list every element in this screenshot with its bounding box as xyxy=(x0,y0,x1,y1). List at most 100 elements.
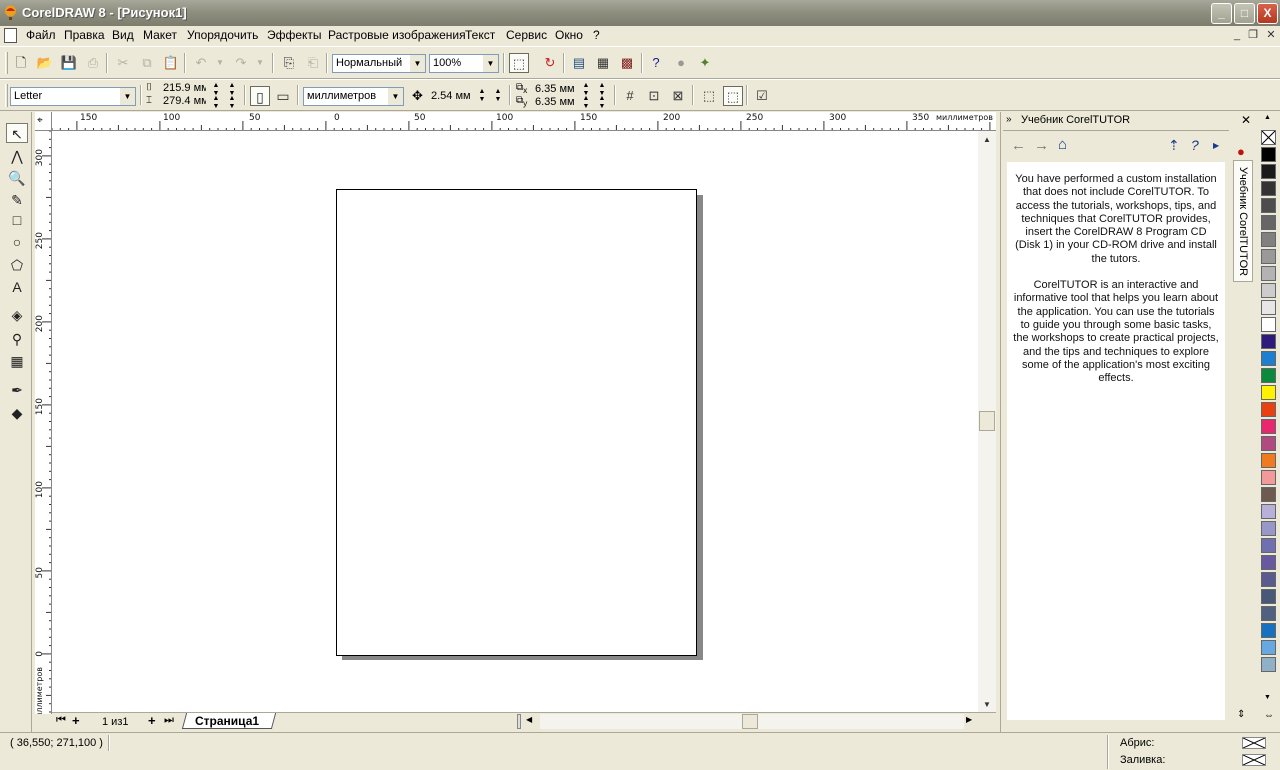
fill-tool-icon[interactable]: ◆ xyxy=(6,403,28,423)
ruler-origin[interactable]: ⌖ xyxy=(35,112,52,131)
color-swatch[interactable] xyxy=(1261,266,1276,281)
vertical-ruler[interactable]: 300 250 200 150 100 50 0 миллиметров xyxy=(35,131,52,714)
color-swatch[interactable] xyxy=(1261,623,1276,638)
height-spinner[interactable]: ▲ ▼ xyxy=(210,95,222,111)
rectangle-tool-icon[interactable]: □ xyxy=(6,210,28,230)
menu-arrange[interactable]: Упорядочить xyxy=(187,28,258,42)
drawing-page[interactable] xyxy=(336,189,697,656)
page-width-field[interactable]: 215.9 мм xyxy=(163,82,206,94)
scroll-up-icon[interactable]: ▲ xyxy=(979,132,995,148)
color-swatch[interactable] xyxy=(1261,402,1276,417)
color-swatch[interactable] xyxy=(1261,368,1276,383)
add-page-after-icon[interactable]: + xyxy=(148,713,156,728)
home-icon[interactable]: ⌂ xyxy=(1058,136,1067,153)
color-swatch[interactable] xyxy=(1261,334,1276,349)
snap-to-guidelines-icon[interactable]: ⊡ xyxy=(644,86,664,106)
menu-layout[interactable]: Макет xyxy=(143,28,177,42)
doc-close-button[interactable]: ✕ xyxy=(1263,28,1279,42)
add-page-before-icon[interactable]: + xyxy=(72,713,80,728)
menu-effects[interactable]: Эффекты xyxy=(267,28,322,42)
color-swatch[interactable] xyxy=(1261,453,1276,468)
save-icon[interactable]: 💾 xyxy=(59,53,79,73)
color-swatch[interactable] xyxy=(1261,538,1276,553)
undo-dropdown-icon[interactable]: ▼ xyxy=(210,53,230,73)
paper-size-select[interactable]: Letter ▼ xyxy=(10,87,136,106)
color-swatch[interactable] xyxy=(1261,589,1276,604)
minimize-button[interactable]: _ xyxy=(1211,3,1232,24)
scroll-right-icon[interactable]: ▶ xyxy=(966,715,972,724)
menu-file[interactable]: Файл xyxy=(26,28,56,42)
page-tab[interactable]: Страница1 xyxy=(195,714,259,728)
last-page-icon[interactable]: ⏭ xyxy=(164,714,174,727)
horizontal-scroll-thumb[interactable] xyxy=(742,714,758,729)
nudge-spinner-2[interactable]: ▲ ▼ xyxy=(492,88,504,104)
menu-edit[interactable]: Правка xyxy=(64,28,105,42)
ellipse-tool-icon[interactable]: ○ xyxy=(6,232,28,252)
options-checklist-icon[interactable]: ☑ xyxy=(752,86,772,106)
color-swatch[interactable] xyxy=(1261,164,1276,179)
first-page-icon[interactable]: ⏮ xyxy=(56,714,66,727)
duplicate-x-field[interactable]: 6.35 мм xyxy=(535,83,575,95)
menu-window[interactable]: Окно xyxy=(555,28,583,42)
interactive-blend-tool-icon[interactable]: ▦ xyxy=(6,351,28,371)
corel-tutor-icon[interactable]: ✦ xyxy=(695,53,715,73)
color-swatch[interactable] xyxy=(1261,351,1276,366)
symbols-docker-icon[interactable]: ▩ xyxy=(617,53,637,73)
treat-as-filled-icon[interactable]: ⬚ xyxy=(699,86,719,106)
landscape-icon[interactable]: ▭ xyxy=(273,86,293,106)
palette-flyout-icon[interactable]: ⇔ xyxy=(1264,710,1274,721)
menu-help[interactable]: ? xyxy=(593,28,600,42)
help-icon[interactable]: ? xyxy=(1191,137,1199,153)
text-tool-icon[interactable]: A xyxy=(6,277,28,297)
new-file-icon[interactable]: 🗋 xyxy=(11,53,31,73)
menu-bitmaps[interactable]: Растровые изображения xyxy=(328,28,466,42)
page-height-field[interactable]: 279.4 мм xyxy=(163,95,206,107)
duplicate-y-field[interactable]: 6.35 мм xyxy=(535,96,575,108)
copy-icon[interactable]: ⧉ xyxy=(137,53,157,73)
color-swatch[interactable] xyxy=(1261,521,1276,536)
docker-close-icon[interactable]: ✕ xyxy=(1241,113,1251,127)
horizontal-ruler[interactable]: 150 100 50 0 50 100 150 200 250 300 350 … xyxy=(52,112,996,131)
pick-tool-icon[interactable]: ↖ xyxy=(6,123,28,143)
whats-this-help-icon[interactable]: ? xyxy=(646,53,666,73)
color-swatch[interactable] xyxy=(1261,470,1276,485)
up-arrow-icon[interactable]: ⇡ xyxy=(1168,137,1180,154)
color-swatch[interactable] xyxy=(1261,198,1276,213)
polygon-tool-icon[interactable]: ⬠ xyxy=(6,255,28,275)
color-swatch[interactable] xyxy=(1261,436,1276,451)
scroll-down-icon[interactable]: ▼ xyxy=(979,697,995,713)
no-color-swatch[interactable] xyxy=(1261,130,1276,145)
color-swatch[interactable] xyxy=(1261,283,1276,298)
dup-y-spinner[interactable]: ▲ ▼ xyxy=(580,95,592,111)
snap-to-grid-icon[interactable]: # xyxy=(620,86,640,106)
color-swatch[interactable] xyxy=(1261,385,1276,400)
maximize-button[interactable]: □ xyxy=(1234,3,1255,24)
vertical-scroll-thumb[interactable] xyxy=(979,411,995,431)
document-icon[interactable] xyxy=(4,28,17,43)
eyedropper-tool-icon[interactable]: ⚲ xyxy=(6,329,28,349)
docker-expand-icon[interactable]: » xyxy=(1006,114,1012,125)
doc-restore-button[interactable]: ❐ xyxy=(1245,28,1261,42)
menu-arrow-icon[interactable]: ▶ xyxy=(1213,141,1219,150)
print-icon[interactable]: ⎙ xyxy=(83,53,103,73)
import-icon[interactable]: ⎘ xyxy=(279,53,299,73)
color-swatch[interactable] xyxy=(1261,317,1276,332)
back-arrow-icon[interactable]: ← xyxy=(1011,137,1026,154)
redo-icon[interactable]: ↷ xyxy=(231,53,251,73)
snap-to-objects-icon[interactable]: ⬚ xyxy=(509,53,529,73)
dup-y-spinner-2[interactable]: ▲ ▼ xyxy=(596,95,608,111)
color-swatch[interactable] xyxy=(1261,572,1276,587)
undo-icon[interactable]: ↶ xyxy=(191,53,211,73)
snap-to-objects-icon[interactable]: ⊠ xyxy=(668,86,688,106)
color-swatch[interactable] xyxy=(1261,232,1276,247)
export-icon[interactable]: ⎗ xyxy=(303,53,323,73)
scroll-left-icon[interactable]: ◀ xyxy=(526,715,532,724)
color-swatch[interactable] xyxy=(1261,147,1276,162)
cut-icon[interactable]: ✂ xyxy=(113,53,133,73)
color-swatch[interactable] xyxy=(1261,300,1276,315)
nudge-spinner[interactable]: ▲ ▼ xyxy=(476,88,488,104)
docker-tab[interactable]: Учебник CorelTUTOR xyxy=(1233,160,1253,282)
color-swatch[interactable] xyxy=(1261,657,1276,672)
outline-tool-icon[interactable]: ✒ xyxy=(6,380,28,400)
tab-splitter[interactable] xyxy=(517,714,521,729)
